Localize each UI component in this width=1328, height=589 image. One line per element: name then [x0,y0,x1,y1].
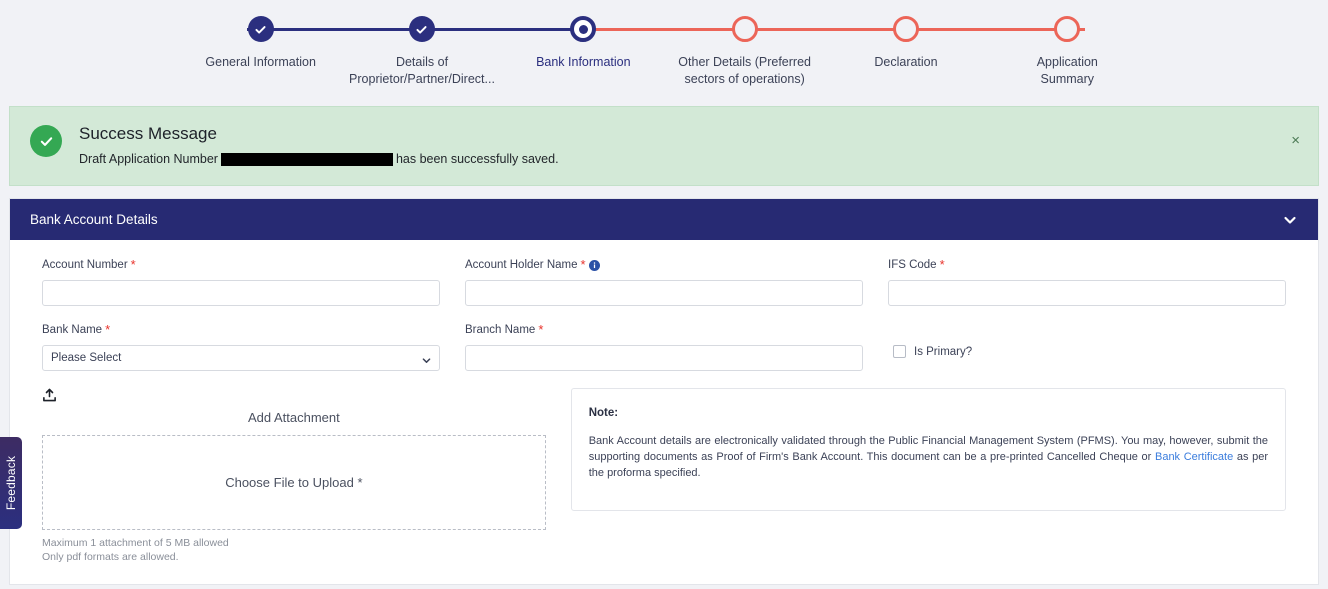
required-asterisk: * [105,322,111,337]
branch-name-label-text: Branch Name [465,324,536,336]
alert-message-prefix: Draft Application Number [79,152,218,166]
account-holder-name-label: Account Holder Name * [465,258,863,272]
close-icon[interactable]: × [1291,133,1300,148]
check-circle-icon [30,125,62,157]
alert-message-suffix: has been successfully saved. [395,152,559,166]
card-body: Account Number * Account Holder Name * I… [10,240,1318,584]
upload-icon[interactable] [42,388,57,403]
attachment-hint-line1: Maximum 1 attachment of 5 MB allowed [42,537,229,549]
stepper-label-5: Declaration [874,55,938,69]
bank-name-select[interactable]: Please Select [42,345,440,371]
form-row-2: Bank Name * Please Select Branch Name * … [42,323,1286,371]
card-header[interactable]: Bank Account Details [10,199,1318,240]
account-number-label-text: Account Number [42,259,128,271]
card-footer: Add [0,585,1328,589]
bank-name-label-text: Bank Name [42,324,103,336]
pending-step-icon [731,16,758,42]
progress-stepper: General Information Details of Proprieto… [0,0,1328,97]
stepper-step-general-information[interactable]: General Information [180,0,341,88]
account-number-input[interactable] [42,280,440,306]
stepper-label-1: General Information [205,55,316,69]
stepper-step-bank-information[interactable]: Bank Information [503,0,664,88]
field-ifs-code: IFS Code * [888,258,1286,306]
note-box: Note: Bank Account details are electroni… [570,388,1286,511]
stepper-label-2: Details of Proprietor/Partner/Direct... [349,55,495,86]
attachment-hints: Maximum 1 attachment of 5 MB allowed Onl… [42,536,546,564]
branch-name-label: Branch Name * [465,323,863,337]
stepper-nodes: General Information Details of Proprieto… [0,0,1328,88]
stepper-label-4: Other Details (Preferred sectors of oper… [678,55,811,86]
current-step-icon [570,16,597,42]
bank-name-label: Bank Name * [42,323,440,337]
ifs-code-input[interactable] [888,280,1286,306]
field-bank-name: Bank Name * Please Select [42,323,440,371]
field-account-number: Account Number * [42,258,440,306]
page-title: Bank Account Details [30,212,158,227]
add-attachment-title: Add Attachment [247,410,340,425]
bank-account-details-card: Bank Account Details Account Number * Ac… [9,198,1319,585]
required-asterisk: * [939,257,945,272]
bank-certificate-link[interactable]: Bank Certificate [1155,451,1233,463]
page-root: General Information Details of Proprieto… [0,0,1328,589]
attachment-hint-line2: Only pdf formats are allowed. [42,551,179,563]
success-alert: Success Message Draft Application Number… [9,106,1319,186]
branch-name-input[interactable] [465,345,863,371]
pending-step-icon [892,16,919,42]
feedback-tab-label: Feedback [4,455,18,511]
account-holder-name-label-text: Account Holder Name [465,259,578,271]
ifs-code-label-text: IFS Code [888,259,937,271]
field-account-holder-name: Account Holder Name * [465,258,863,306]
account-holder-name-input[interactable] [465,280,863,306]
file-dropzone[interactable]: Choose File to Upload * [42,435,546,530]
pending-step-icon [1054,16,1081,42]
feedback-tab[interactable]: Feedback [0,437,22,529]
stepper-step-other-details[interactable]: Other Details (Preferred sectors of oper… [664,0,825,88]
attachment-and-note-row: Add Attachment Choose File to Upload * M… [42,388,1286,564]
note-title: Note: [588,407,619,419]
ifs-code-label: IFS Code * [888,258,1286,272]
alert-body: Success Message Draft Application Number… [79,123,559,167]
required-asterisk: * [538,322,544,337]
attachment-section: Add Attachment Choose File to Upload * M… [42,388,546,564]
check-icon [247,16,274,42]
is-primary-row[interactable]: Is Primary? [888,345,1286,358]
alert-title: Success Message [79,124,217,143]
alert-message: Draft Application Number has been succes… [79,151,559,167]
check-icon [408,16,435,42]
field-is-primary: Is Primary? [888,323,1286,371]
required-asterisk: * [130,257,136,272]
stepper-step-declaration[interactable]: Declaration [825,0,986,88]
redacted-application-number [220,152,393,166]
field-branch-name: Branch Name * [465,323,863,371]
info-icon[interactable] [588,259,600,271]
stepper-step-details-of-proprietor[interactable]: Details of Proprietor/Partner/Direct... [341,0,502,88]
choose-file-label: Choose File to Upload * [225,475,363,490]
required-asterisk: * [580,257,586,272]
chevron-down-icon[interactable] [1282,212,1298,228]
stepper-label-6: Application Summary [1036,55,1098,86]
is-primary-checkbox[interactable] [893,345,906,358]
stepper-step-application-summary[interactable]: Application Summary [987,0,1148,88]
stepper-label-3: Bank Information [536,55,631,69]
form-row-1: Account Number * Account Holder Name * I… [42,258,1286,306]
bank-name-select-wrap: Please Select [42,345,440,371]
is-primary-label: Is Primary? [914,345,973,358]
account-number-label: Account Number * [42,258,440,272]
note-text: Bank Account details are electronically … [589,433,1268,481]
note-section: Note: Bank Account details are electroni… [570,388,1286,564]
